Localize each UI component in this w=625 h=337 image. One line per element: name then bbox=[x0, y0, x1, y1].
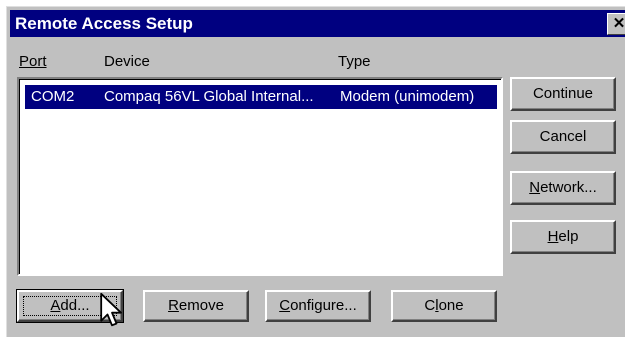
row-port: COM2 bbox=[31, 88, 75, 105]
close-icon: ✕ bbox=[612, 15, 625, 32]
arrow-cursor-icon bbox=[100, 292, 122, 327]
title-bar: Remote Access Setup ✕ bbox=[10, 10, 625, 37]
column-header-type-label: Type bbox=[338, 53, 371, 70]
row-device: Compaq 56VL Global Internal... bbox=[104, 88, 314, 105]
list-item[interactable]: COM2 Compaq 56VL Global Internal... Mode… bbox=[25, 85, 497, 109]
cancel-button[interactable]: Cancel bbox=[510, 120, 616, 154]
column-header-port: Port bbox=[19, 53, 47, 70]
port-list[interactable]: COM2 Compaq 56VL Global Internal... Mode… bbox=[17, 77, 503, 276]
column-header-port-label: Port bbox=[19, 53, 47, 70]
clone-button[interactable]: Clone bbox=[391, 290, 497, 322]
close-button[interactable]: ✕ bbox=[607, 13, 625, 35]
clone-button-label: Clone bbox=[424, 297, 464, 314]
column-header-device: Device bbox=[104, 53, 150, 70]
column-header-device-label: Device bbox=[104, 53, 150, 70]
remove-button[interactable]: Remove bbox=[143, 290, 249, 322]
network-button-label: Network... bbox=[529, 179, 597, 196]
network-button[interactable]: Network... bbox=[510, 171, 616, 205]
help-button-label: Help bbox=[547, 228, 579, 245]
configure-button[interactable]: Configure... bbox=[265, 290, 371, 322]
column-header-type: Type bbox=[338, 53, 371, 70]
configure-button-label: Configure... bbox=[279, 297, 357, 314]
continue-button[interactable]: Continue bbox=[510, 77, 616, 111]
row-type: Modem (unimodem) bbox=[340, 88, 475, 105]
window-title: Remote Access Setup bbox=[15, 14, 193, 33]
remove-button-label: Remove bbox=[168, 297, 224, 314]
continue-button-label: Continue bbox=[532, 85, 594, 102]
cancel-button-label: Cancel bbox=[539, 128, 587, 145]
remote-access-setup-dialog: Remote Access Setup ✕ Port Device Type C… bbox=[6, 6, 625, 337]
help-button[interactable]: Help bbox=[510, 220, 616, 254]
